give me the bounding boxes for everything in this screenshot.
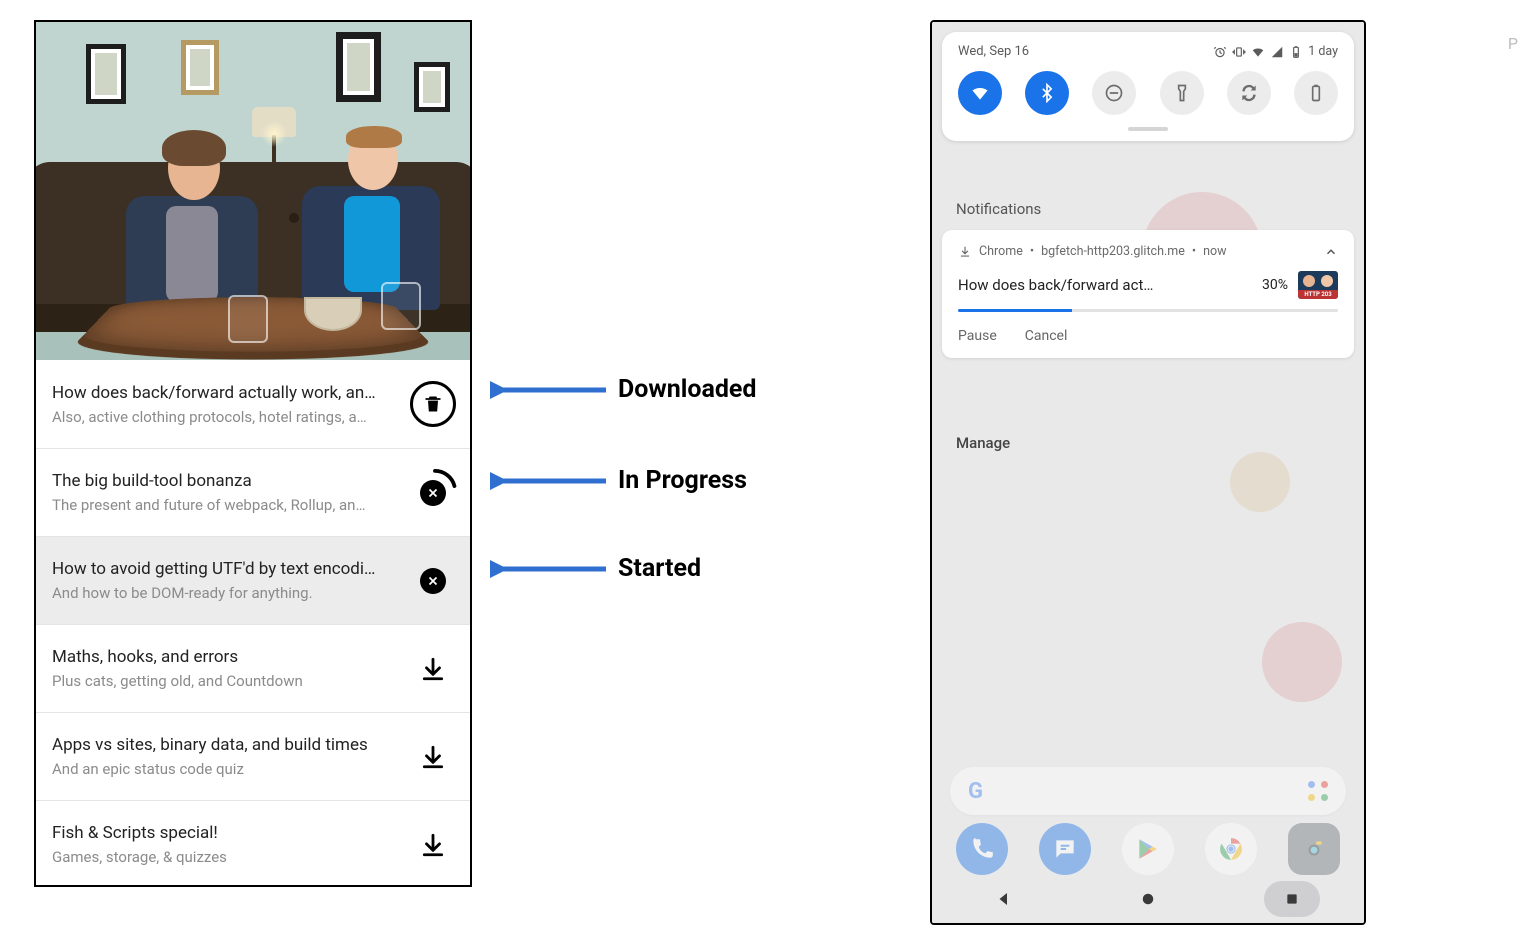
phone-app-icon[interactable] [956,823,1008,875]
toggle-dnd[interactable] [1092,71,1136,115]
bluetooth-icon [1037,83,1057,103]
assistant-icon[interactable] [1308,781,1328,801]
episode-title: Maths, hooks, and errors [52,647,398,667]
download-icon [420,832,446,858]
manage-button[interactable]: Manage [956,434,1010,452]
episode-row[interactable]: The big build-tool bonanza The present a… [36,448,470,536]
quick-settings-card: Wed, Sep 16 1 day [942,32,1354,141]
quick-toggle-row [958,71,1338,115]
episode-title: The big build-tool bonanza [52,471,398,491]
episode-title: Apps vs sites, binary data, and build ti… [52,735,398,755]
autorotate-icon [1239,83,1259,103]
signal-icon [1270,45,1284,59]
battery-icon [1306,83,1326,103]
episode-row[interactable]: How does back/forward actually work, an…… [36,360,470,448]
cancel-button[interactable]: Cancel [1025,328,1068,344]
status-icons: 1 day [1213,44,1338,59]
download-button[interactable] [410,646,456,692]
drag-handle[interactable] [1128,127,1168,131]
notif-title: How does back/forward act… [958,276,1252,294]
vibrate-icon [1232,45,1246,59]
podcast-app-panel: How does back/forward actually work, an…… [34,20,472,887]
battery-icon [1289,45,1303,59]
episode-subtitle: And how to be DOM-ready for anything. [52,584,398,602]
notifications-header: Notifications [956,200,1041,218]
status-date: Wed, Sep 16 [958,44,1029,59]
download-notification[interactable]: Chrome • bgfetch-http203.glitch.me • now… [942,230,1354,358]
download-button[interactable] [410,734,456,780]
camera-app-icon[interactable] [1288,823,1340,875]
episode-subtitle: And an epic status code quiz [52,760,398,778]
download-icon [420,744,446,770]
annotation-label: Downloaded [618,375,757,404]
annotation-downloaded: Downloaded [490,375,757,404]
episode-subtitle: Games, storage, & quizzes [52,848,398,866]
phone-frame: Wed, Sep 16 1 day Notifications Chrome •… [930,20,1366,925]
nav-bar [932,875,1364,923]
episode-title: How does back/forward actually work, an… [52,383,398,403]
alarm-icon [1213,45,1227,59]
google-logo: G [968,779,983,804]
episode-subtitle: Also, active clothing protocols, hotel r… [52,408,398,426]
cancel-download-button[interactable] [410,558,456,604]
episode-list: How does back/forward actually work, an…… [36,360,470,885]
episode-row[interactable]: Fish & Scripts special! Games, storage, … [36,800,470,885]
notif-thumbnail: HTTP 203 [1298,271,1338,299]
toggle-wifi[interactable] [958,71,1002,115]
download-button[interactable] [410,822,456,868]
notif-app: Chrome [979,244,1023,259]
x-icon [420,568,446,594]
episode-subtitle: The present and future of webpack, Rollu… [52,496,398,514]
nav-back[interactable] [976,881,1032,917]
notif-time: now [1203,244,1226,259]
play-store-icon[interactable] [1122,823,1174,875]
trash-icon [410,381,456,427]
annotation-label: In Progress [618,466,747,495]
toggle-bluetooth[interactable] [1025,71,1069,115]
progress-arc-icon [412,468,458,514]
nav-recent[interactable] [1264,881,1320,917]
dnd-icon [1104,83,1124,103]
annotation-started: Started [490,554,701,583]
battery-text: 1 day [1308,44,1338,59]
download-progress-bar [958,309,1338,312]
hero-image [36,22,470,360]
delete-button[interactable] [410,381,456,427]
wifi-icon [970,83,990,103]
episode-title: Fish & Scripts special! [52,823,398,843]
home-dock [932,823,1364,875]
download-icon [958,245,972,259]
notif-source: bgfetch-http203.glitch.me [1041,244,1185,259]
annotation-in-progress: In Progress [490,466,747,495]
pause-button[interactable]: Pause [958,328,997,344]
episode-subtitle: Plus cats, getting old, and Countdown [52,672,398,690]
toggle-battery[interactable] [1294,71,1338,115]
toggle-autorotate[interactable] [1227,71,1271,115]
episode-row[interactable]: Apps vs sites, binary data, and build ti… [36,712,470,800]
nav-home[interactable] [1120,881,1176,917]
corner-marker: P [1508,34,1518,53]
google-search-bar[interactable]: G [950,767,1346,815]
toggle-flashlight[interactable] [1160,71,1204,115]
episode-title: How to avoid getting UTF'd by text encod… [52,559,398,579]
episode-row[interactable]: How to avoid getting UTF'd by text encod… [36,536,470,624]
download-icon [420,656,446,682]
chrome-app-icon[interactable] [1205,823,1257,875]
episode-row[interactable]: Maths, hooks, and errors Plus cats, gett… [36,624,470,712]
chevron-up-icon[interactable] [1324,245,1338,259]
flashlight-icon [1172,83,1192,103]
messages-app-icon[interactable] [1039,823,1091,875]
wifi-icon [1251,45,1265,59]
cancel-download-button[interactable] [410,470,456,516]
annotation-label: Started [618,554,701,583]
notif-percent: 30% [1262,277,1288,293]
